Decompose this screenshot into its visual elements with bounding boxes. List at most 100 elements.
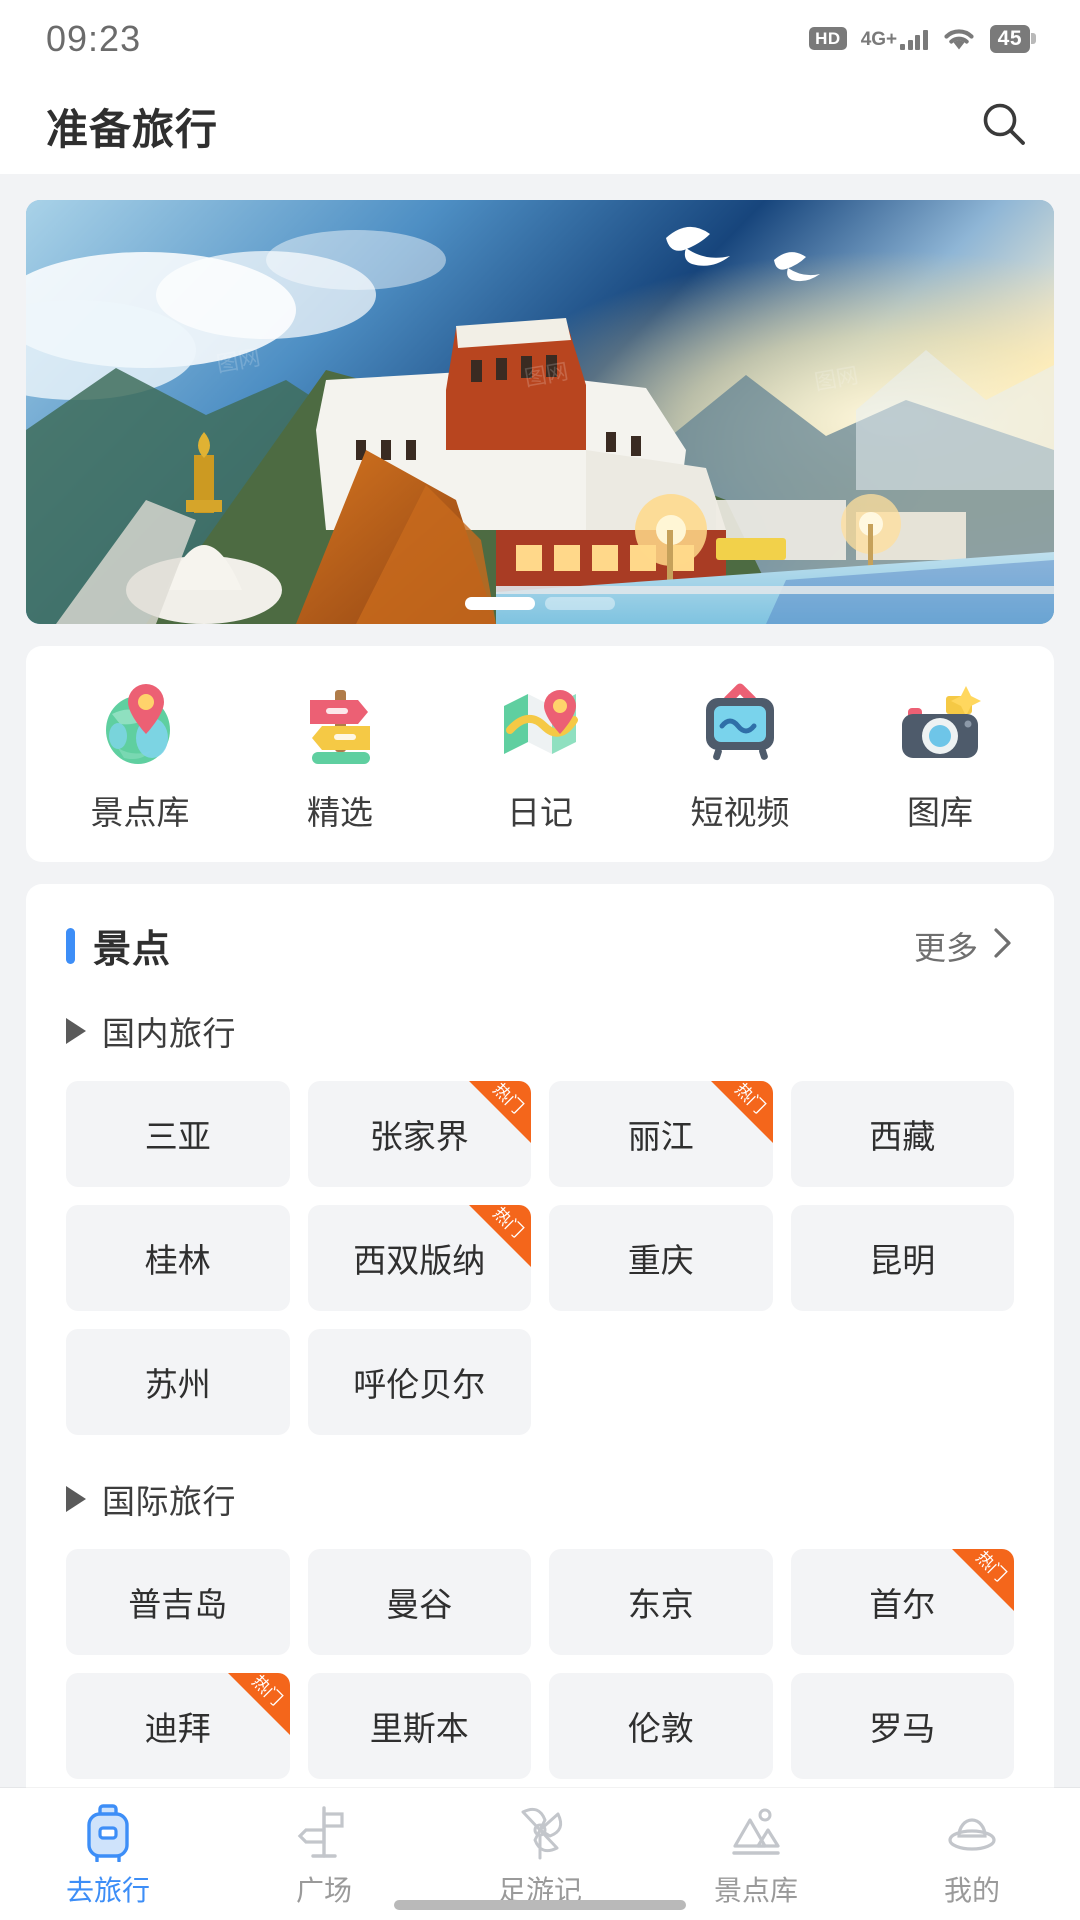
quick-actions-row: 景点库 精选 日记 短视频 图库 [26, 646, 1054, 862]
destination-name: 苏州 [144, 1366, 211, 1403]
scroll-content[interactable]: 图网 图网 图网 景点库 精选 日记 短视频 图库 景点 更多 国内旅行 三亚 … [0, 174, 1080, 1920]
quick-action-label: 景点库 [90, 794, 190, 831]
quick-action-label: 日记 [507, 794, 573, 831]
quick-action-label: 图库 [907, 794, 973, 831]
section-title: 景点 [93, 929, 172, 971]
destination-tile[interactable]: 曼谷 [307, 1549, 531, 1655]
signal-bars-icon [900, 28, 928, 50]
destination-tile[interactable]: 里斯本 [307, 1673, 531, 1779]
tab-label: 我的 [943, 1875, 1000, 1906]
tab-label: 去旅行 [65, 1875, 150, 1906]
banner-image: 图网 图网 图网 [26, 200, 1054, 624]
search-icon [978, 98, 1030, 155]
destination-name: 首尔 [869, 1586, 936, 1623]
destination-name: 张家界 [369, 1118, 469, 1155]
more-button[interactable]: 更多 [914, 923, 1014, 969]
wifi-icon [942, 26, 976, 51]
group-header-domestic[interactable]: 国内旅行 [26, 1007, 1054, 1055]
hat-icon [941, 1802, 1003, 1862]
destination-tile[interactable]: 丽江 热门 [549, 1081, 773, 1187]
destination-name: 桂林 [144, 1242, 211, 1279]
tab-label: 景点库 [713, 1875, 798, 1906]
chevron-right-icon [992, 926, 1014, 965]
destination-name: 西藏 [869, 1118, 936, 1155]
destination-name: 昆明 [869, 1242, 936, 1279]
quick-actions-card: 景点库 精选 日记 短视频 图库 [26, 646, 1054, 862]
destination-tile[interactable]: 昆明 [790, 1205, 1014, 1311]
battery-level: 45 [989, 24, 1030, 54]
destination-name: 里斯本 [369, 1710, 469, 1747]
destination-tile[interactable]: 伦敦 [549, 1673, 773, 1779]
attractions-card: 景点 更多 国内旅行 三亚 张家界 热门 丽江 热门 西藏桂林 西双版纳 热门 重庆 昆明苏州 呼伦… [26, 884, 1054, 1920]
destination-name: 普吉岛 [128, 1586, 228, 1623]
destination-name: 曼谷 [386, 1586, 453, 1623]
status-time: 09:23 [46, 18, 142, 59]
quick-action-short-video[interactable]: 短视频 [654, 678, 826, 834]
hd-icon: HD [809, 27, 847, 51]
section-accent-bar [66, 927, 75, 964]
destination-tile[interactable]: 普吉岛 [66, 1549, 290, 1655]
destination-tile[interactable]: 东京 [549, 1549, 773, 1655]
search-button[interactable] [974, 96, 1034, 156]
destination-name: 罗马 [869, 1710, 936, 1747]
signpost-icon [294, 678, 386, 770]
destination-name: 丽江 [627, 1118, 694, 1155]
quick-action-scenic-library[interactable]: 景点库 [54, 678, 226, 834]
destination-tile[interactable]: 罗马 [790, 1673, 1014, 1779]
destination-tile[interactable]: 西藏 [790, 1081, 1014, 1187]
cellular-signal-icon: 4G+ [861, 28, 928, 50]
destination-tile[interactable]: 迪拜 热门 [66, 1673, 290, 1779]
tab-plaza[interactable]: 广场 [224, 1802, 424, 1909]
triangle-right-icon [66, 1018, 86, 1044]
tab-label: 广场 [295, 1875, 352, 1906]
suitcase-icon [77, 1802, 139, 1863]
mountain-icon [725, 1802, 787, 1862]
banner-carousel[interactable]: 图网 图网 图网 [26, 200, 1054, 624]
quick-action-diary[interactable]: 日记 [454, 678, 626, 834]
page-title: 准备旅行 [46, 105, 219, 153]
destination-tile[interactable]: 三亚 [66, 1081, 290, 1187]
tv-icon [694, 678, 786, 770]
destination-tile[interactable]: 重庆 [549, 1205, 773, 1311]
map-pin-icon [494, 678, 586, 770]
battery-cap [1031, 33, 1036, 45]
destination-name: 伦敦 [627, 1710, 694, 1747]
quick-action-gallery[interactable]: 图库 [854, 678, 1026, 834]
destination-tile[interactable]: 首尔 热门 [790, 1549, 1014, 1655]
carousel-dots[interactable] [26, 597, 1054, 610]
quick-action-label: 精选 [307, 794, 373, 831]
destination-name: 三亚 [144, 1118, 211, 1155]
destination-tile[interactable]: 苏州 [66, 1329, 290, 1435]
quick-action-label: 短视频 [690, 794, 790, 831]
section-header: 景点 更多 [26, 918, 1054, 973]
destination-tile[interactable]: 桂林 [66, 1205, 290, 1311]
app-header: 准备旅行 [0, 78, 1080, 174]
battery-icon: 45 [989, 24, 1036, 54]
tab-go-travel[interactable]: 去旅行 [8, 1802, 208, 1909]
carousel-dot-active[interactable] [465, 597, 535, 610]
carousel-dot[interactable] [545, 597, 615, 610]
destination-tile[interactable]: 张家界 热门 [307, 1081, 531, 1187]
quick-action-featured[interactable]: 精选 [254, 678, 426, 834]
group-title: 国内旅行 [102, 1015, 236, 1052]
tab-mine[interactable]: 我的 [872, 1802, 1072, 1909]
status-bar: 09:23 HD 4G+ 45 [0, 0, 1080, 78]
camera-icon [894, 678, 986, 770]
signpost-icon [293, 1802, 355, 1862]
destination-tile[interactable]: 呼伦贝尔 [307, 1329, 531, 1435]
section-title-group: 景点 [66, 918, 171, 973]
destination-name: 呼伦贝尔 [353, 1366, 486, 1403]
status-icons: HD 4G+ 45 [809, 24, 1036, 54]
globe-pin-icon [94, 678, 186, 770]
home-indicator [394, 1900, 686, 1910]
more-label: 更多 [913, 929, 978, 966]
tab-scenic-library[interactable]: 景点库 [656, 1802, 856, 1909]
tab-travel-notes[interactable]: 足游记 [440, 1802, 640, 1909]
destination-name: 西双版纳 [353, 1242, 486, 1279]
destination-tile[interactable]: 西双版纳 热门 [307, 1205, 531, 1311]
network-type-label: 4G+ [860, 28, 898, 50]
destination-name: 重庆 [627, 1242, 694, 1279]
destination-name: 迪拜 [144, 1710, 211, 1747]
group-header-international[interactable]: 国际旅行 [26, 1475, 1054, 1523]
destination-name: 东京 [627, 1586, 694, 1623]
